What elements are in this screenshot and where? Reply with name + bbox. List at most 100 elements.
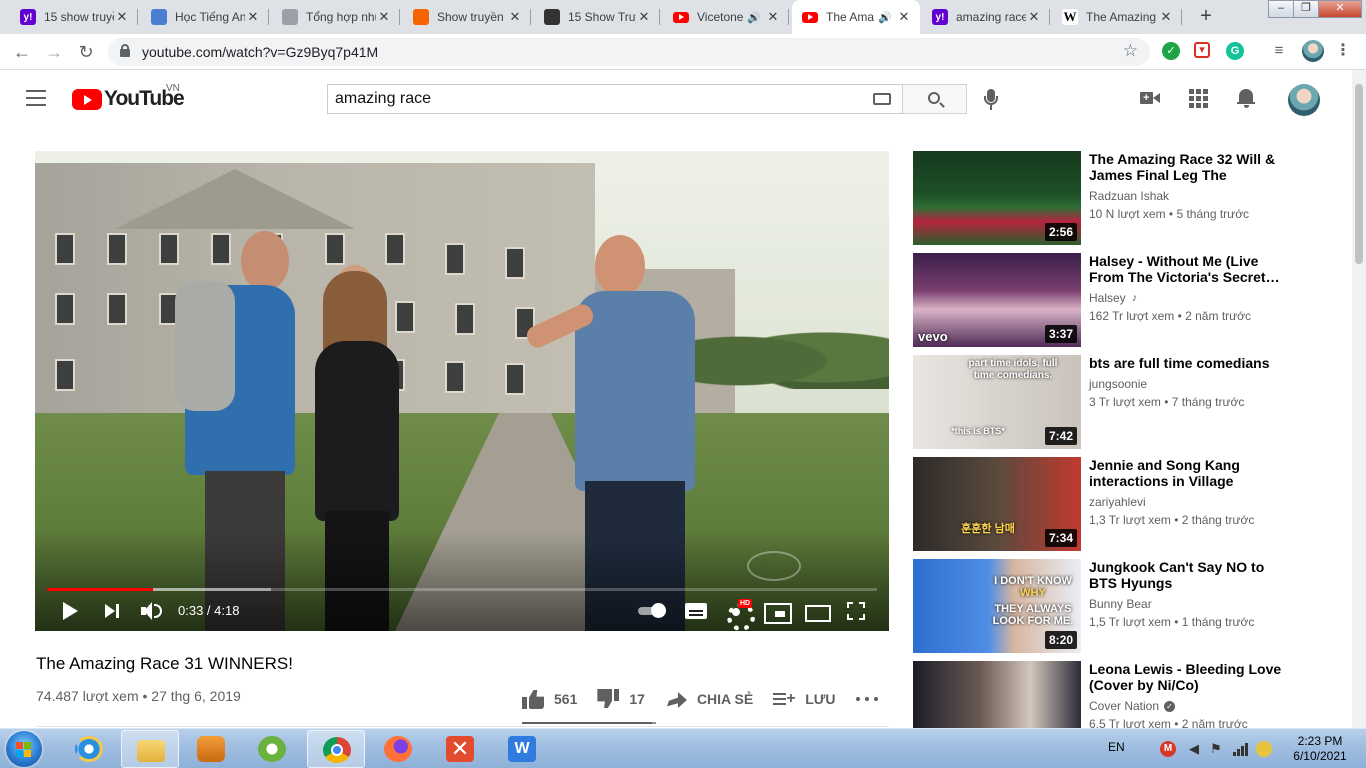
youtube-logo[interactable]: YouTube VN [72,83,185,111]
browser-tab[interactable]: y! 15 show truyền✕ [10,0,138,34]
extension-save-icon[interactable]: ▾ [1194,42,1210,58]
browser-tab[interactable]: y! amazing race ✕ [922,0,1050,34]
save-button[interactable]: LƯU [773,684,836,714]
lock-icon[interactable] [120,44,130,57]
taskbar-red-app[interactable]: ✕ [431,730,489,768]
recommended-video[interactable]: part time idols, full time comedians. *th… [913,355,1313,449]
theater-mode-icon[interactable] [805,600,831,622]
next-video-icon[interactable] [105,600,121,622]
browser-tab[interactable]: Vicetone 🔊 ✕ [663,0,789,34]
account-avatar[interactable] [1288,84,1320,116]
system-clock[interactable]: 2:23 PM 6/10/2021 [1280,734,1360,764]
media-control-icon[interactable]: ≡ [1270,42,1288,60]
bookmark-star-icon[interactable]: ☆ [1123,41,1138,61]
browser-menu-icon[interactable]: ⋮ [1334,42,1352,60]
tab-close-icon[interactable]: ✕ [896,9,912,25]
taskbar-firefox[interactable] [369,730,427,768]
video-player[interactable]: 0:33 / 4:18 HD [35,151,889,631]
tab-close-icon[interactable]: ✕ [114,9,130,25]
volume-icon[interactable] [141,600,163,622]
profile-avatar-icon[interactable] [1302,40,1324,62]
search-input[interactable] [328,85,848,113]
back-arrow-icon[interactable]: ← [10,40,34,64]
tab-audio-icon[interactable]: 🔊 [878,11,892,24]
channel-name[interactable]: Bunny Bear [1089,597,1152,611]
tab-close-icon[interactable]: ✕ [1026,9,1042,25]
tray-app-icon[interactable] [1256,741,1272,757]
page-scrollbar[interactable] [1352,70,1366,728]
fullscreen-icon[interactable] [847,600,865,622]
tray-flag-icon[interactable]: ⚑ [1208,741,1224,757]
create-video-icon[interactable]: + [1140,88,1160,108]
browser-tab[interactable]: Show truyền hì✕ [403,0,531,34]
address-bar[interactable]: youtube.com/watch?v=Gz9Byq7p41M ☆ [108,38,1150,66]
tray-mail-icon[interactable]: M [1160,741,1176,757]
extension-grammarly-icon[interactable]: G [1226,42,1244,60]
new-tab-button[interactable]: + [1194,5,1218,29]
channel-name[interactable]: Radzuan Ishak [1089,189,1169,203]
video-progress-bar[interactable] [47,588,877,591]
scrollbar-thumb[interactable] [1355,84,1363,264]
recommended-title[interactable]: Halsey - Without Me (Live From The Victo… [1089,253,1294,285]
tray-network-icon[interactable] [1232,741,1248,757]
start-button[interactable] [6,731,42,767]
video-thumbnail[interactable]: 2:56 [913,151,1081,245]
video-thumbnail[interactable]: part time idols, full time comedians. *th… [913,355,1081,449]
miniplayer-icon[interactable] [764,600,792,624]
browser-tab[interactable]: 15 Show Truyề✕ [534,0,660,34]
forward-arrow-icon[interactable]: → [42,40,66,64]
tab-close-icon[interactable]: ✕ [376,9,392,25]
taskbar-explorer[interactable] [121,730,179,768]
tab-close-icon[interactable]: ✕ [765,9,781,25]
taskbar-coccoc[interactable] [243,730,301,768]
channel-name[interactable]: Halsey [1089,291,1126,305]
subtitles-icon[interactable] [685,600,707,622]
microphone-icon[interactable] [984,89,998,111]
play-icon[interactable] [63,600,79,622]
language-indicator[interactable]: EN [1108,740,1125,754]
channel-name[interactable]: jungsoonie [1089,377,1147,391]
video-thumbnail[interactable]: I DON'T KNOW WHY THEY ALWAYS LOOK FOR ME. 8… [913,559,1081,653]
browser-tab[interactable]: Tổng hợp nhữ ✕ [272,0,400,34]
recommended-title[interactable]: The Amazing Race 32 Will & James Final L… [1089,151,1294,183]
tab-close-icon[interactable]: ✕ [1158,9,1174,25]
channel-name[interactable]: Cover Nation [1089,699,1159,713]
notifications-bell-icon[interactable] [1236,88,1256,108]
recommended-title[interactable]: bts are full time comedians [1089,355,1294,371]
taskbar-wps[interactable]: W [493,730,551,768]
autoplay-toggle[interactable] [638,600,666,622]
video-thumbnail[interactable]: 훈훈한 남매 7:34 [913,457,1081,551]
taskbar-chrome[interactable] [307,730,365,768]
share-button[interactable]: CHIA SẺ [665,684,753,714]
dislike-button[interactable]: 17 [597,684,645,714]
address-url[interactable]: youtube.com/watch?v=Gz9Byq7p41M [142,44,378,60]
browser-tab[interactable]: W The Amazing R✕ [1052,0,1182,34]
reload-icon[interactable]: ↻ [74,40,98,64]
close-window-button[interactable]: ✕ [1318,0,1362,18]
recommended-title[interactable]: Leona Lewis - Bleeding Love (Cover by Ni… [1089,661,1294,693]
recommended-video[interactable]: 2:56 The Amazing Race 32 Will & James Fin… [913,151,1313,245]
tab-close-icon[interactable]: ✕ [636,9,652,25]
recommended-video[interactable]: I DON'T KNOW WHY THEY ALWAYS LOOK FOR ME. 8… [913,559,1313,653]
extension-check-icon[interactable]: ✓ [1162,42,1180,60]
minimize-window-button[interactable]: – [1268,0,1294,18]
recommended-video[interactable]: vevo 3:37 Halsey - Without Me (Live From T… [913,253,1313,347]
browser-tab[interactable]: The Amaz🔊 ✕ [792,0,920,34]
tab-close-icon[interactable]: ✕ [245,9,261,25]
keyboard-icon[interactable] [873,93,891,105]
taskbar-media-player[interactable] [182,730,240,768]
video-thumbnail[interactable]: vevo 3:37 [913,253,1081,347]
search-button[interactable] [902,84,967,114]
channel-name[interactable]: zariyahlevi [1089,495,1146,509]
recommended-title[interactable]: Jennie and Song Kang interactions in Vil… [1089,457,1294,489]
tray-volume-icon[interactable]: ◀ [1186,741,1202,757]
more-options-icon[interactable] [855,684,878,714]
like-button[interactable]: 561 [522,684,577,714]
hamburger-menu-icon[interactable] [26,90,46,106]
taskbar-ie[interactable] [60,730,118,768]
restore-window-button[interactable]: ❐ [1293,0,1319,18]
recommended-video[interactable]: 훈훈한 남매 7:34 Jennie and Song Kang interacti… [913,457,1313,551]
tab-close-icon[interactable]: ✕ [507,9,523,25]
tab-audio-icon[interactable]: 🔊 [747,11,761,24]
recommended-title[interactable]: Jungkook Can't Say NO to BTS Hyungs [1089,559,1294,591]
